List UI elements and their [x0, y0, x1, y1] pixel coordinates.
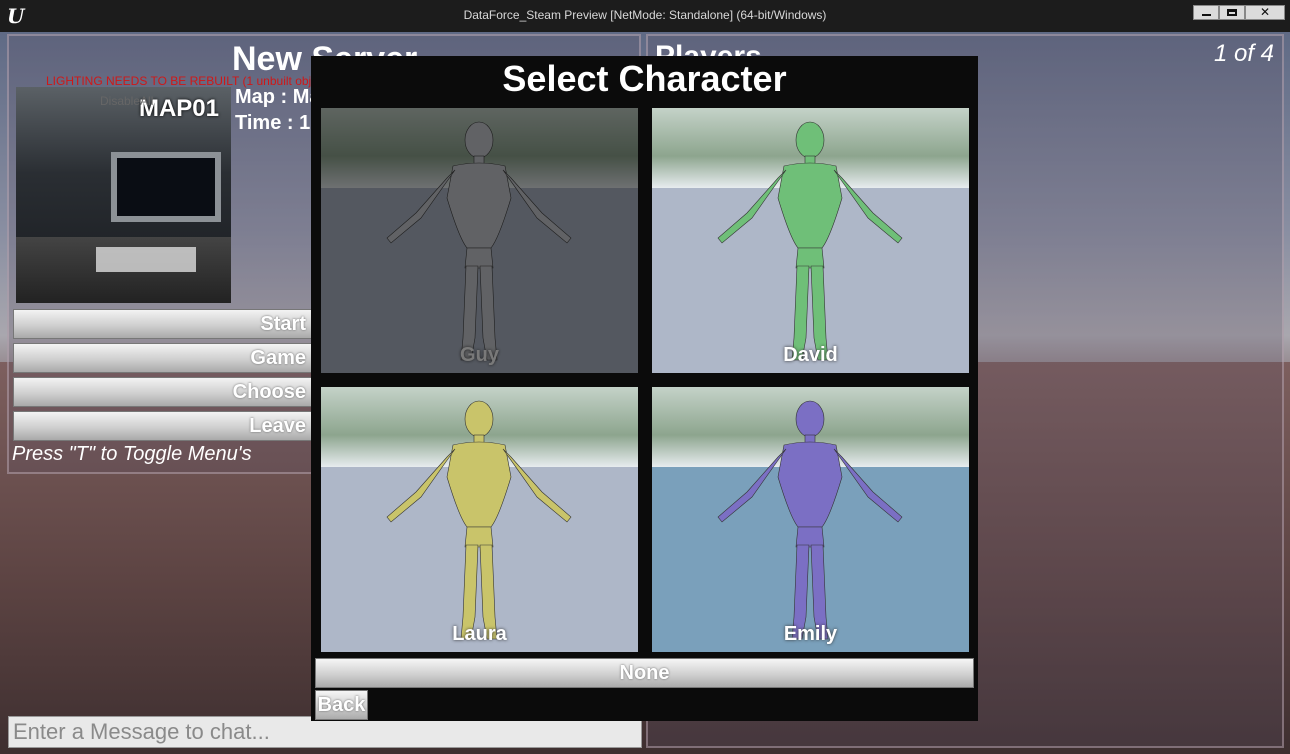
map-thumbnail-window — [111, 152, 221, 222]
character-card-guy[interactable]: Guy — [321, 108, 638, 373]
maximize-button[interactable] — [1219, 5, 1245, 20]
mannequin-part — [502, 169, 572, 244]
mannequin-part — [464, 526, 494, 548]
mannequin-part — [446, 441, 512, 528]
mannequin-part — [386, 448, 456, 523]
character-card-david[interactable]: David — [652, 108, 969, 373]
select-character-dialog: Select Character Guy David Laura Emily N… — [311, 56, 978, 721]
character-name: Guy — [460, 344, 499, 366]
start-button[interactable]: Start — [13, 309, 313, 339]
toggle-menu-hint: Press "T" to Toggle Menu's — [12, 443, 252, 465]
mannequin-part — [717, 169, 787, 244]
character-name: Emily — [783, 623, 838, 645]
disable-all-text: DisableAll — [100, 94, 154, 108]
character-card-laura[interactable]: Laura — [321, 387, 638, 652]
leave-button[interactable]: Leave — [13, 411, 313, 441]
mannequin-part — [795, 400, 825, 438]
character-mannequin-icon — [717, 121, 903, 361]
mannequin-part — [833, 169, 903, 244]
window-titlebar: U DataForce_Steam Preview [NetMode: Stan… — [0, 0, 1290, 32]
mannequin-part — [464, 400, 494, 438]
mannequin-part — [464, 121, 494, 159]
mannequin-part — [502, 448, 572, 523]
character-card-emily[interactable]: Emily — [652, 387, 969, 652]
close-button[interactable] — [1245, 5, 1285, 20]
character-mannequin-icon — [386, 400, 572, 640]
mannequin-part — [717, 448, 787, 523]
character-name: Laura — [452, 623, 507, 645]
map-thumbnail-glow — [96, 247, 196, 272]
minimize-button[interactable] — [1193, 5, 1219, 20]
mannequin-part — [464, 247, 494, 269]
mannequin-part — [777, 441, 843, 528]
page-indicator: 1 of 4 — [1213, 40, 1274, 67]
map-thumbnail: MAP01 — [16, 87, 231, 303]
back-button[interactable]: Back — [315, 690, 368, 720]
mannequin-part — [833, 448, 903, 523]
character-mannequin-icon — [386, 121, 572, 361]
character-name: David — [783, 344, 838, 366]
mannequin-part — [795, 526, 825, 548]
mannequin-part — [386, 169, 456, 244]
none-button[interactable]: None — [315, 658, 974, 688]
time-info: Time : 10 — [235, 112, 322, 134]
mannequin-part — [795, 121, 825, 159]
game-button[interactable]: Game — [13, 343, 313, 373]
mannequin-part — [795, 247, 825, 269]
character-mannequin-icon — [717, 400, 903, 640]
choose-button[interactable]: Choose — [13, 377, 313, 407]
mannequin-part — [777, 162, 843, 249]
window-title: DataForce_Steam Preview [NetMode: Standa… — [463, 8, 827, 22]
mannequin-part — [446, 162, 512, 249]
dialog-title: Select Character — [502, 58, 787, 99]
